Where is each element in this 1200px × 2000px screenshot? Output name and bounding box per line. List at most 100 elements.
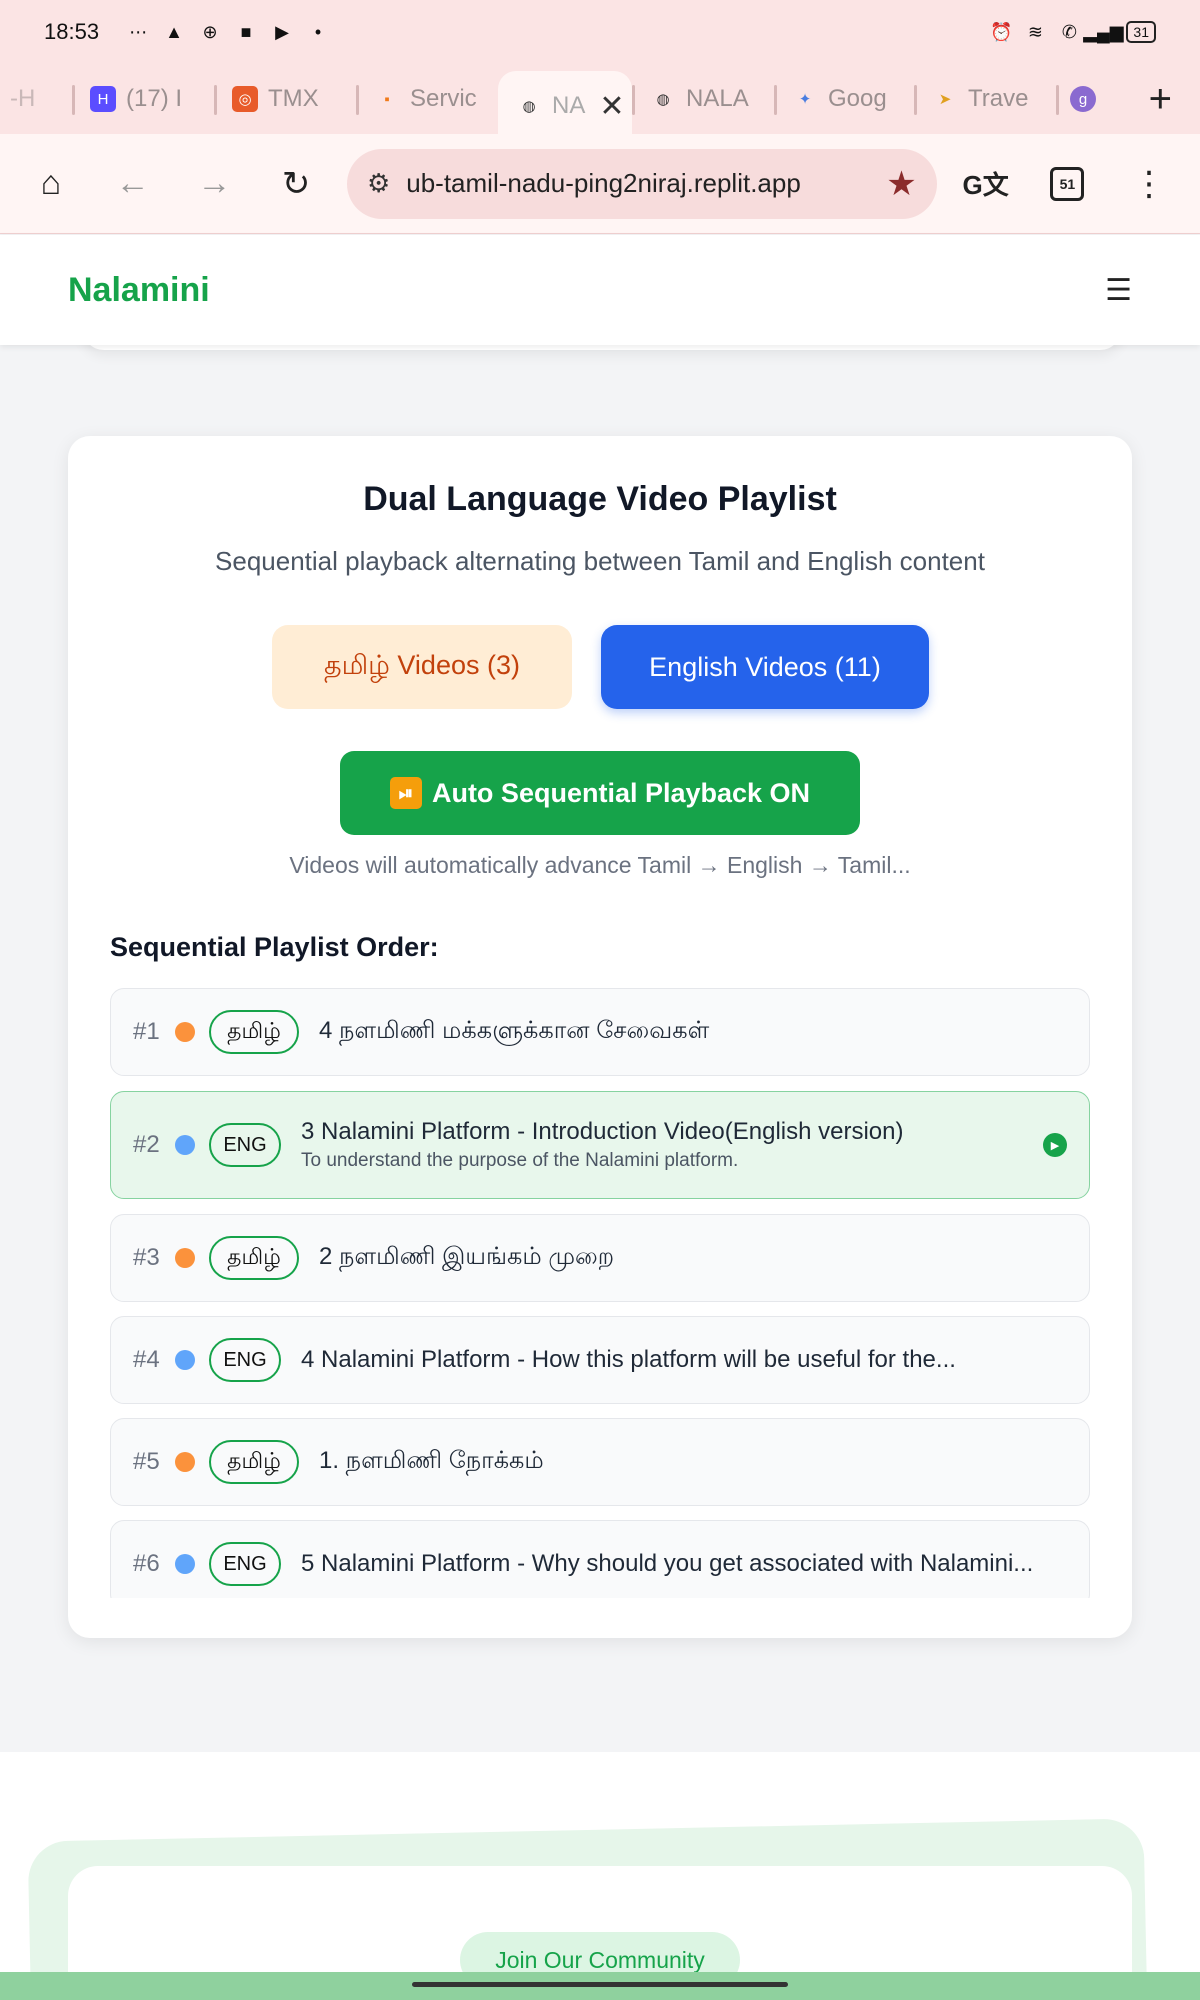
site-header: Nalamini ☰ bbox=[0, 235, 1200, 345]
travel-icon: ➤ bbox=[938, 91, 952, 108]
notification-icons: ⋯ ▲ ⊕ ■ ▶ • bbox=[127, 21, 329, 43]
playlist-item[interactable]: #1 தமிழ் 4 நளமிணி மக்களுக்கான சேவைகள் bbox=[110, 988, 1090, 1076]
wifi-icon: ≋ bbox=[1027, 21, 1043, 42]
item-number: #3 bbox=[133, 1244, 160, 1271]
playlist-item[interactable]: #3 தமிழ் 2 நளமிணி இயங்கம் முறை bbox=[110, 1214, 1090, 1302]
language-dot bbox=[175, 1135, 195, 1155]
auto-playback-label: Auto Sequential Playback ON bbox=[431, 777, 811, 808]
more-dot-icon: • bbox=[314, 21, 322, 42]
playlist-list: #1 தமிழ் 4 நளமிணி மக்களுக்கான சேவைகள் #2… bbox=[110, 988, 1090, 1598]
tab-label: (17) I bbox=[126, 85, 183, 112]
avatar-icon: g bbox=[1070, 86, 1096, 112]
play-pause-icon: ⏯ bbox=[389, 777, 422, 809]
app-b-icon: ⊕ bbox=[202, 21, 218, 42]
app-a-icon: ▲ bbox=[165, 21, 183, 42]
language-tag: ENG bbox=[209, 1542, 281, 1586]
tab-label: Trave bbox=[968, 85, 1029, 112]
tamil-videos-button[interactable]: தமிழ் Videos (3) bbox=[272, 625, 572, 709]
dots-icon: ⋯ bbox=[129, 21, 148, 42]
playlist-order-heading: Sequential Playlist Order: bbox=[110, 932, 439, 962]
tab-label: TMX bbox=[268, 85, 319, 112]
item-number: #2 bbox=[133, 1131, 160, 1158]
browser-tab-strip: -H H (17) I ◎ TMX ▪ Servic ◍ NA ✕ ◍ NALA… bbox=[0, 64, 1200, 141]
browser-toolbar: ⌂ ← → ↻ ⚙ ub-tamil-nadu-ping2niraj.repli… bbox=[0, 134, 1200, 234]
language-dot bbox=[175, 1452, 195, 1472]
item-title: 5 Nalamini Platform - Why should you get… bbox=[301, 1550, 1034, 1577]
globe-icon: ◍ bbox=[656, 91, 670, 108]
battery-icon: 31 bbox=[1126, 21, 1156, 43]
bookmark-star-icon[interactable]: ★ bbox=[886, 164, 916, 204]
language-tag: தமிழ் bbox=[209, 1010, 299, 1054]
tab-6[interactable]: ✦ Goog bbox=[774, 71, 914, 127]
reload-icon[interactable]: ↻ bbox=[265, 152, 327, 216]
language-dot bbox=[175, 1248, 195, 1268]
call-icon: ✆ bbox=[1061, 21, 1077, 42]
playlist-card: Dual Language Video Playlist Sequential … bbox=[68, 436, 1132, 1638]
language-dot bbox=[175, 1350, 195, 1370]
language-dot bbox=[175, 1022, 195, 1042]
tab-8[interactable]: g bbox=[1056, 71, 1116, 127]
language-tag: தமிழ் bbox=[209, 1236, 299, 1280]
new-tab-icon[interactable]: + bbox=[1149, 77, 1172, 122]
item-number: #4 bbox=[133, 1346, 160, 1373]
playlist-title: Dual Language Video Playlist bbox=[363, 480, 837, 518]
menu-dots-icon[interactable]: ⋮ bbox=[1118, 152, 1180, 216]
tab-2[interactable]: ◎ TMX bbox=[214, 71, 356, 127]
signal-icon: ▂▄▆ bbox=[1083, 21, 1124, 42]
language-dot bbox=[175, 1554, 195, 1574]
system-icons: ⏰ ≋ ✆ ▂▄▆ 31 bbox=[990, 21, 1156, 43]
tab-count: 51 bbox=[1050, 166, 1085, 201]
item-number: #1 bbox=[133, 1018, 160, 1045]
play-app-icon: ▶ bbox=[275, 21, 289, 42]
favicon-icon: ◎ bbox=[232, 86, 258, 112]
tab-switcher-button[interactable]: 51 bbox=[1037, 152, 1099, 216]
playlist-item[interactable]: #4 ENG 4 Nalamini Platform - How this pl… bbox=[110, 1316, 1090, 1404]
globe-icon: ◍ bbox=[522, 98, 536, 115]
playlist-item[interactable]: #5 தமிழ் 1. நளமிணி நோக்கம் bbox=[110, 1418, 1090, 1506]
app-c-icon: ■ bbox=[240, 21, 252, 42]
item-title: 3 Nalamini Platform - Introduction Video… bbox=[301, 1118, 904, 1145]
tab-label: Goog bbox=[828, 85, 887, 112]
gesture-handle[interactable] bbox=[412, 1982, 788, 1987]
tab-1[interactable]: H (17) I bbox=[72, 71, 214, 127]
tab-label: NA bbox=[552, 92, 586, 119]
now-playing-icon: ▶ bbox=[1043, 1133, 1067, 1157]
hamburger-menu-icon[interactable]: ☰ bbox=[1105, 273, 1132, 308]
auto-playback-note: Videos will automatically advance Tamil … bbox=[289, 852, 911, 878]
auto-playback-button[interactable]: ⏯ Auto Sequential Playback ON bbox=[340, 751, 860, 835]
home-icon[interactable]: ⌂ bbox=[20, 152, 82, 216]
item-title: 2 நளமிணி இயங்கம் முறை bbox=[319, 1243, 615, 1270]
language-tag: தமிழ் bbox=[209, 1440, 299, 1484]
item-number: #5 bbox=[133, 1448, 160, 1475]
url-text: ub-tamil-nadu-ping2niraj.replit.app bbox=[406, 168, 801, 198]
playlist-item[interactable]: #6 ENG 5 Nalamini Platform - Why should … bbox=[110, 1520, 1090, 1598]
tab-label: Servic bbox=[410, 85, 477, 112]
tab-3[interactable]: ▪ Servic bbox=[356, 71, 498, 127]
translate-icon[interactable]: G文 bbox=[955, 152, 1017, 216]
back-icon[interactable]: ← bbox=[102, 152, 164, 216]
item-title: 4 நளமிணி மக்களுக்கான சேவைகள் bbox=[319, 1017, 710, 1044]
site-settings-icon[interactable]: ⚙ bbox=[367, 168, 390, 199]
forward-icon[interactable]: → bbox=[183, 152, 245, 216]
alarm-icon: ⏰ bbox=[990, 21, 1013, 42]
item-title: 1. நளமிணி நோக்கம் bbox=[319, 1447, 544, 1474]
tab-5[interactable]: ◍ NALA bbox=[632, 71, 774, 127]
language-tag: ENG bbox=[209, 1338, 281, 1382]
english-videos-button[interactable]: English Videos (11) bbox=[601, 625, 929, 709]
status-bar: 18:53 ⋯ ▲ ⊕ ■ ▶ • ⏰ ≋ ✆ ▂▄▆ 31 bbox=[0, 0, 1200, 64]
site-logo[interactable]: Nalamini bbox=[68, 271, 210, 310]
playlist-item-active[interactable]: #2 ENG 3 Nalamini Platform - Introductio… bbox=[110, 1091, 1090, 1199]
language-tag: ENG bbox=[209, 1123, 281, 1167]
playlist-subtitle: Sequential playback alternating between … bbox=[215, 546, 985, 576]
tab-partial[interactable]: -H bbox=[0, 71, 72, 127]
favicon-icon: ▪ bbox=[384, 90, 390, 108]
close-tab-icon[interactable]: ✕ bbox=[599, 89, 624, 124]
tab-7[interactable]: ➤ Trave bbox=[914, 71, 1056, 127]
item-description: To understand the purpose of the Nalamin… bbox=[301, 1150, 739, 1171]
sparkle-icon: ✦ bbox=[798, 91, 812, 108]
favicon-icon: H bbox=[90, 86, 116, 112]
address-bar[interactable]: ⚙ ub-tamil-nadu-ping2niraj.replit.app ★ bbox=[346, 148, 937, 219]
tab-active[interactable]: ◍ NA ✕ bbox=[498, 71, 632, 141]
item-title: 4 Nalamini Platform - How this platform … bbox=[301, 1346, 956, 1373]
item-number: #6 bbox=[133, 1550, 160, 1577]
